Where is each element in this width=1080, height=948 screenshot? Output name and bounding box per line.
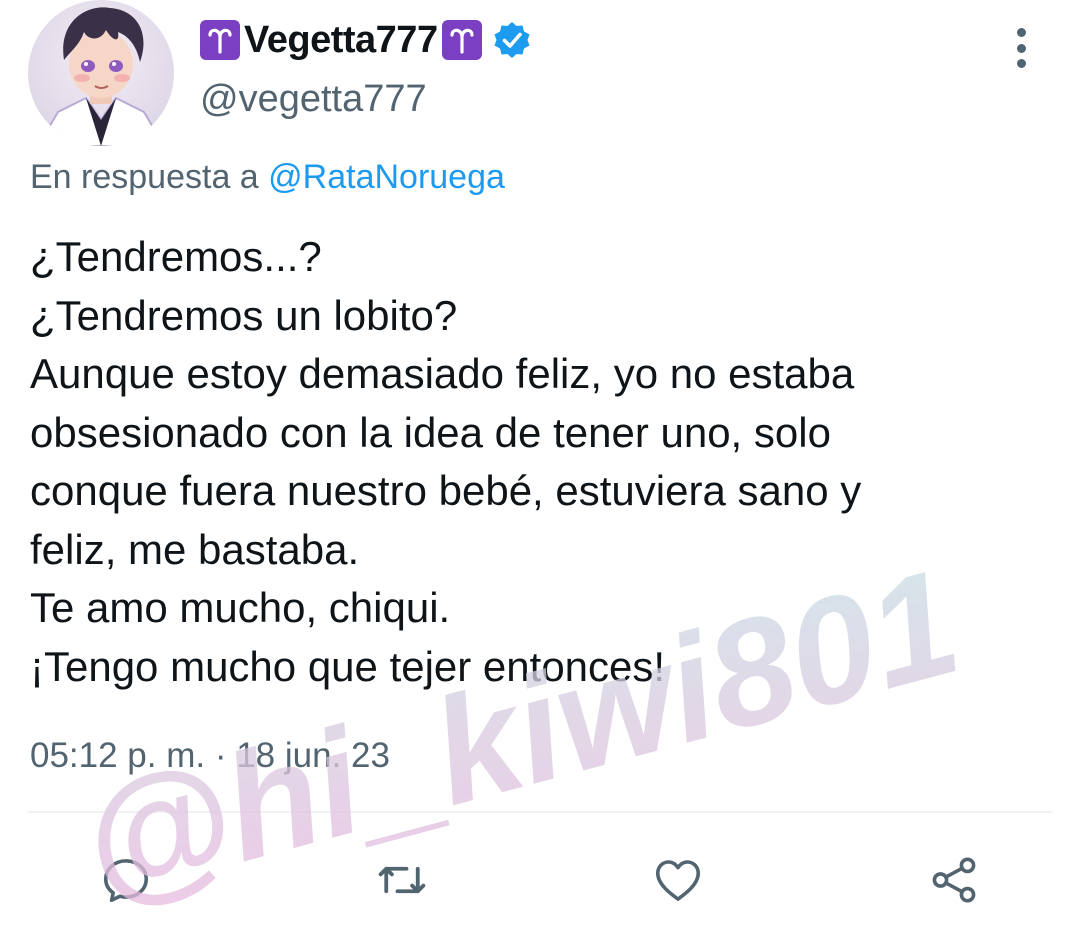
- tweet-line: conque fuera nuestro bebé, estuviera san…: [30, 467, 862, 514]
- reply-context: En respuesta a @RataNoruega: [30, 158, 505, 197]
- like-icon: [655, 860, 701, 901]
- tweet-line: Te amo mucho, chiqui.: [30, 584, 451, 631]
- tweet-line: ¿Tendremos...?: [30, 233, 322, 280]
- divider: [28, 811, 1052, 813]
- aries-sign-icon: [200, 20, 240, 60]
- tweet-text: ¿Tendremos...? ¿Tendremos un lobito? Aun…: [30, 228, 1050, 696]
- share-icon: [932, 857, 976, 903]
- tweet-line: obsesionado con la idea de tener uno, so…: [30, 408, 831, 456]
- author-name-row[interactable]: Vegetta777: [200, 16, 532, 64]
- verified-badge-icon: [492, 20, 532, 60]
- like-button[interactable]: [648, 850, 708, 910]
- tweet-line: ¿Tendremos un lobito?: [30, 291, 458, 339]
- author-display-name: Vegetta777: [244, 18, 438, 61]
- reply-button[interactable]: [96, 850, 156, 910]
- tweet-timestamp[interactable]: 05:12 p. m. · 18 jun. 23: [30, 736, 390, 776]
- retweet-icon: [378, 866, 426, 894]
- share-button[interactable]: [924, 850, 984, 910]
- tweet-line: feliz, me bastaba.: [30, 525, 360, 573]
- tweet-line: ¡Tengo mucho que tejer entonces!: [30, 642, 666, 690]
- tweet-line: Aunque estoy demasiado feliz, yo no esta…: [30, 350, 855, 397]
- retweet-button[interactable]: [372, 850, 432, 910]
- author-handle[interactable]: @vegetta777: [200, 78, 427, 121]
- avatar[interactable]: [28, 0, 174, 146]
- reply-icon: [103, 859, 149, 903]
- aries-sign-icon: [441, 20, 482, 60]
- more-options-icon[interactable]: [1004, 26, 1038, 70]
- reply-prefix: En respuesta a: [30, 158, 259, 196]
- reply-mention-link[interactable]: @RataNoruega: [268, 158, 505, 196]
